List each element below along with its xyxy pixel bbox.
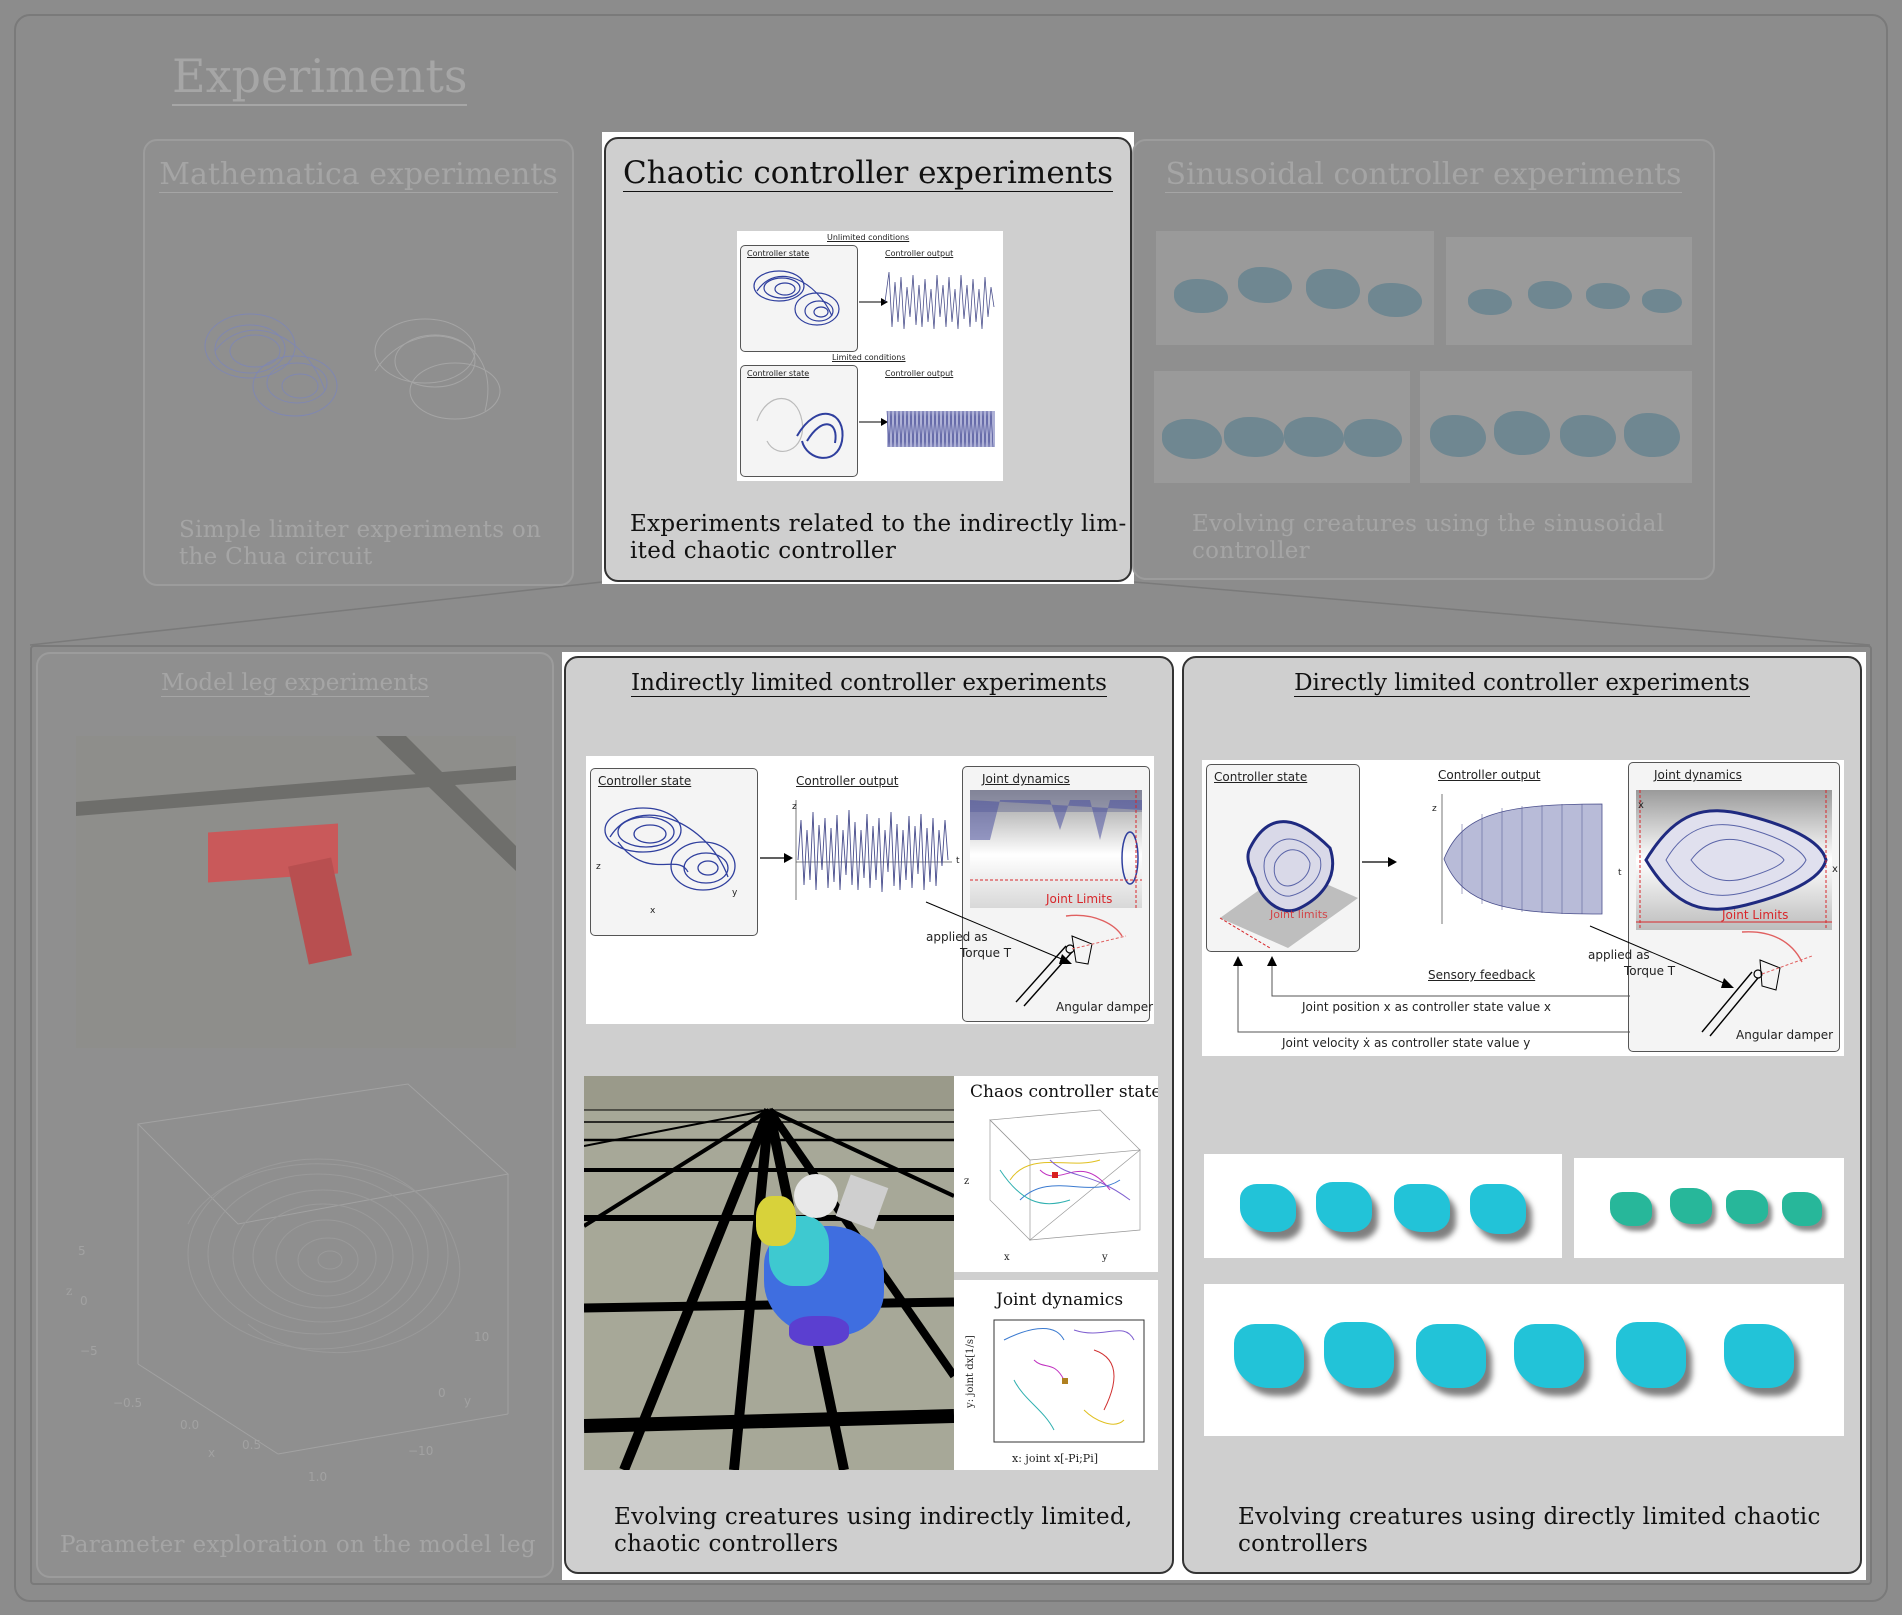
directly-limited-experiments-card[interactable]: Directly limited controller experiments … [1182, 656, 1862, 1574]
direct-output-axis-t: t [1618, 868, 1622, 878]
joint-dynamics-x-label: x: joint x[-Pi;Pi] [1012, 1452, 1099, 1465]
direct-joint-limits-label: Joint Limits [1722, 908, 1789, 922]
indirect-caption: Evolving creatures using indirectly limi… [614, 1504, 1133, 1557]
sinusoidal-creatures-image-4 [1420, 371, 1692, 483]
chua-attractor-plots [204, 313, 501, 420]
sinusoidal-card-title: Sinusoidal controller experiments [1165, 157, 1682, 193]
chaotic-controller-figure: Unlimited conditions Controller state Co… [737, 231, 1003, 481]
direct-state-joint-limits-label: Joint limits [1270, 908, 1328, 921]
page-title: Experiments [172, 48, 468, 106]
chaos-axis-x: x [1004, 1252, 1010, 1263]
direct-controller-diagram: Controller state Joint limits Controller… [1202, 760, 1844, 1056]
output-to-damper-arrow [925, 901, 1072, 964]
direct-joint-dynamics-label: Joint dynamics [1654, 768, 1742, 782]
chaos-state-title: Chaos controller state [970, 1082, 1158, 1102]
indirect-state-axis-x: x [650, 906, 656, 916]
indirectly-limited-experiments-card[interactable]: Indirectly limited controller experiment… [564, 656, 1174, 1574]
chaos-axis-z: z [964, 1176, 970, 1187]
creature-white-part [794, 1174, 838, 1218]
leg-plot-z-axis: z [66, 1284, 73, 1298]
model-leg-caption: Parameter exploration on the model leg [60, 1532, 536, 1558]
model-leg-experiments-card[interactable]: Model leg experiments z 5 0 −5 −0.5 0.0 … [36, 652, 554, 1578]
joint-dynamics-phase-plot [993, 1319, 1145, 1443]
leg-plot-y-tick-2: 0 [438, 1386, 446, 1400]
direct-creatures-image-3 [1204, 1284, 1844, 1436]
limited-state-label: Controller state [747, 369, 810, 378]
mathematica-experiments-card[interactable]: Mathematica experiments Simple limiter e… [143, 139, 574, 586]
chaos-controller-state-panel: Chaos controller state z x y [954, 1076, 1158, 1272]
leg-plot-y-tick-3: −10 [408, 1444, 434, 1458]
unlimited-state-label: Controller state [747, 249, 810, 258]
unlimited-attractor [753, 270, 840, 326]
leg-plot-z-tick-2: 0 [80, 1294, 88, 1308]
unlimited-output-label: Controller output [885, 249, 954, 258]
direct-state-to-output-arrow [1362, 857, 1397, 867]
leg-plot-z-tick-1: 5 [78, 1244, 86, 1258]
sinusoidal-controller-experiments-card[interactable]: Sinusoidal controller experiments Evolvi… [1132, 139, 1715, 580]
direct-state-attractor [1219, 820, 1358, 949]
indirect-card-title: Indirectly limited controller experiment… [631, 670, 1107, 697]
indirect-state-axis-y: y [732, 888, 738, 898]
indirect-output-signal [795, 800, 952, 900]
indirect-angular-damper-label: Angular damper [1056, 1000, 1154, 1014]
indirect-state-attractor [604, 807, 736, 891]
indirect-joint-dynamics-label: Joint dynamics [982, 772, 1070, 786]
mathematica-card-title: Mathematica experiments [159, 157, 558, 193]
creature-yellow-part [756, 1196, 796, 1246]
leg-plot-y-axis: y [464, 1394, 472, 1408]
chaotic-card-title: Chaotic controller experiments [622, 155, 1114, 192]
direct-card-title: Directly limited controller experiments [1294, 670, 1750, 697]
indirect-state-axis-z: z [596, 862, 601, 872]
model-leg-card-title: Model leg experiments [161, 670, 429, 697]
leg-plot-x-tick-3: 0.5 [242, 1438, 262, 1452]
chaotic-controller-experiments-card[interactable]: Chaotic controller experiments Unlimited… [604, 137, 1132, 582]
joint-velocity-feedback-label: Joint velocity ẋ as controller state val… [1282, 1036, 1531, 1050]
leg-plot-x-tick-1: −0.5 [113, 1396, 143, 1410]
leg-plot-x-axis: x [208, 1446, 216, 1460]
limited-output-label: Controller output [885, 369, 954, 378]
indirect-simulation-screenshot [584, 1076, 954, 1470]
sinusoidal-creatures-image-2 [1446, 237, 1692, 345]
direct-output-envelope [1441, 794, 1603, 924]
limited-attractor [756, 397, 844, 459]
chaos-axis-y: y [1102, 1252, 1108, 1263]
chaotic-caption: Experiments related to the indirectly li… [630, 511, 1127, 564]
indirect-output-label: Controller output [796, 774, 899, 788]
direct-dynamics-axis-x: x [1832, 864, 1838, 875]
unlimited-output-signal [884, 271, 995, 330]
limited-arrow [859, 418, 888, 426]
joint-dynamics-sim-panel: Joint dynamics y: joint dx[1/s] x: joint… [954, 1280, 1158, 1470]
state-to-output-arrow [760, 853, 793, 863]
direct-state-label: Controller state [1214, 770, 1308, 784]
indirect-output-axis-z: z [792, 802, 797, 812]
indirect-dynamics-trajectories [970, 790, 1142, 908]
joint-dynamics-sim-title: Joint dynamics [996, 1290, 1124, 1310]
leg-plot-x-tick-4: 1.0 [308, 1470, 328, 1484]
indirect-state-label: Controller state [598, 774, 692, 788]
chaos-state-3d-plot [989, 1109, 1141, 1241]
unlimited-conditions-label: Unlimited conditions [827, 233, 910, 242]
limited-output-signal [886, 410, 995, 448]
direct-output-label: Controller output [1438, 768, 1541, 782]
sinusoidal-creatures-image-1 [1156, 231, 1434, 345]
sinusoidal-creatures-image-3 [1154, 371, 1410, 483]
leg-plot-z-tick-3: −5 [80, 1344, 98, 1358]
direct-output-axis-z: z [1432, 804, 1437, 814]
mathematica-caption: Simple limiter experiments on the Chua c… [179, 517, 542, 570]
direct-dynamics-axis-xdot: ẋ [1638, 800, 1644, 811]
model-leg-render [76, 736, 516, 1048]
sinusoidal-caption: Evolving creatures using the sinusoidal … [1192, 511, 1665, 564]
direct-angular-damper-label: Angular damper [1736, 1028, 1834, 1042]
direct-creatures-image-1 [1204, 1154, 1562, 1258]
limited-conditions-label: Limited conditions [832, 353, 906, 362]
joint-position-feedback-label: Joint position x as controller state val… [1302, 1000, 1551, 1014]
leg-plot-x-tick-2: 0.0 [180, 1418, 200, 1432]
direct-caption: Evolving creatures using directly limite… [1238, 1504, 1821, 1557]
leg-plot-y-tick-1: 10 [474, 1330, 490, 1344]
creature-purple-part [789, 1316, 849, 1346]
indirect-controller-diagram: Controller state z x y Controller output… [586, 756, 1154, 1024]
joint-dynamics-y-label: y: joint dx[1/s] [964, 1335, 976, 1408]
indirect-output-axis-t: t [956, 856, 960, 866]
direct-creatures-image-2 [1574, 1158, 1844, 1258]
